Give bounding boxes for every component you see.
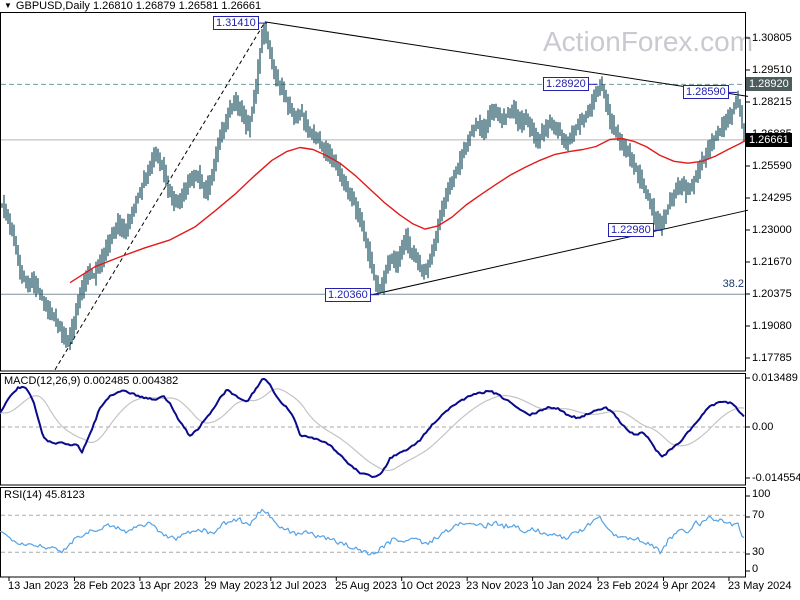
rsi-axis-label: 100 [752,488,771,500]
macd-line [0,377,745,478]
price-level-tag[interactable]: 1.22980 [608,223,654,238]
symbol-header: ▼ GBPUSD,Daily 1.26810 1.26879 1.26581 1.… [4,0,261,12]
price-level-tag[interactable]: 1.31410 [213,16,259,31]
price-axis-label: 1.21670 [752,256,792,268]
date-axis-label: 10 Jan 2024 [531,580,593,592]
macd-axis-label: -0.014554 [752,472,800,484]
chevron-down-icon[interactable]: ▼ [4,1,12,10]
trendline[interactable] [264,21,749,97]
date-axis-label: 13 Jan 2023 [8,580,69,592]
pane-frame [0,487,746,578]
date-axis-label: 13 Apr 2023 [138,580,199,592]
price-axis-label: 1.23000 [752,224,792,236]
symbol-ohlc-text: GBPUSD,Daily 1.26810 1.26879 1.26581 1.2… [15,0,262,12]
rsi-axis-label: 30 [752,546,765,558]
fib-retracement-label: 38.2 [722,278,744,290]
price-axis-tag: 1.28920 [746,77,792,92]
price-axis-label: 1.30805 [752,32,792,44]
rsi-pane-title: RSI(14) 45.8123 [4,489,85,501]
moving-average-line [69,137,746,284]
trendline[interactable] [372,209,749,295]
price-axis-label: 1.17785 [752,352,792,364]
chart-window: ActionForex.com ▼ GBPUSD,Daily 1.26810 1.… [0,0,800,600]
date-axis-label: 12 Jul 2023 [269,580,327,592]
price-level-tag[interactable]: 1.28920 [543,77,589,92]
date-axis-label: 23 Nov 2023 [466,580,529,592]
price-axis-label: 1.28215 [752,96,792,108]
macd-signal-line [0,388,745,472]
chart-plot-area[interactable] [0,0,800,600]
date-axis-label: 23 Feb 2024 [597,580,659,592]
macd-axis-label: 0.013489 [752,372,798,384]
price-axis-label: 1.29510 [752,64,792,76]
date-axis-label: 10 Oct 2023 [400,580,461,592]
date-axis-label: 9 Apr 2024 [662,580,716,592]
rsi-line [0,508,745,556]
price-axis-tag: 1.26661 [746,132,792,147]
price-level-tag[interactable]: 1.20360 [325,287,371,302]
date-axis-label: 23 May 2024 [727,580,792,592]
rsi-axis-label: 0 [752,563,759,575]
date-axis-label: 28 Feb 2023 [73,580,136,592]
price-level-tag[interactable]: 1.28590 [683,85,729,100]
price-axis-label: 1.25590 [752,160,792,172]
date-axis-label: 25 Aug 2023 [335,580,398,592]
pane-frame [0,373,746,486]
macd-pane-title: MACD(12,26,9) 0.002485 0.004382 [4,375,179,387]
price-axis-label: 1.24295 [752,192,792,204]
price-axis-label: 1.20375 [752,288,792,300]
macd-axis-label: 0.00 [752,421,774,433]
date-axis-label: 29 May 2023 [204,580,268,592]
price-axis-label: 1.19080 [752,320,792,332]
rsi-axis-label: 70 [752,509,765,521]
